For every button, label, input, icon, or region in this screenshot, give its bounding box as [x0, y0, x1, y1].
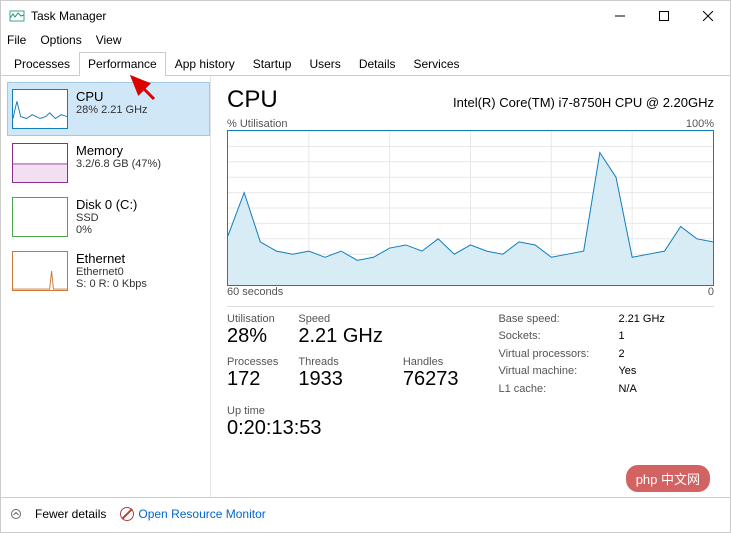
util-label: Utilisation — [227, 313, 278, 325]
processes-label: Processes — [227, 356, 278, 368]
window-title: Task Manager — [31, 9, 598, 23]
chart-label-top-left: % Utilisation — [227, 118, 288, 130]
fewer-details-link[interactable]: Fewer details — [35, 507, 106, 521]
sidebar-item-disk[interactable]: Disk 0 (C:)SSD 0% — [7, 190, 210, 244]
virtual-processors-label: Virtual processors: — [498, 348, 618, 362]
base-speed-value: 2.21 GHz — [618, 313, 664, 327]
uptime-label: Up time — [227, 405, 714, 417]
sockets-label: Sockets: — [498, 330, 618, 344]
sidebar-disk-sub: SSD 0% — [76, 212, 137, 236]
virtual-processors-value: 2 — [618, 348, 664, 362]
tab-strip: Processes Performance App history Startu… — [1, 51, 730, 76]
sidebar-memory-label: Memory — [76, 143, 161, 158]
sockets-value: 1 — [618, 330, 664, 344]
chevron-up-icon[interactable] — [11, 509, 21, 519]
sidebar-cpu-sub: 28% 2.21 GHz — [76, 104, 148, 116]
tab-startup[interactable]: Startup — [244, 52, 301, 76]
tab-services[interactable]: Services — [405, 52, 469, 76]
sidebar-item-ethernet[interactable]: EthernetEthernet0 S: 0 R: 0 Kbps — [7, 244, 210, 298]
util-value: 28% — [227, 325, 278, 348]
tab-performance[interactable]: Performance — [79, 52, 166, 76]
virtual-machine-label: Virtual machine: — [498, 365, 618, 379]
l1-cache-value: N/A — [618, 383, 664, 397]
sidebar-ethernet-sub: Ethernet0 S: 0 R: 0 Kbps — [76, 266, 147, 290]
tab-users[interactable]: Users — [300, 52, 349, 76]
processes-value: 172 — [227, 368, 278, 391]
maximize-button[interactable] — [642, 1, 686, 31]
watermark: php 中文网 — [626, 465, 710, 492]
virtual-machine-value: Yes — [618, 365, 664, 379]
content-panel: CPU Intel(R) Core(TM) i7-8750H CPU @ 2.2… — [211, 76, 730, 497]
menu-options[interactable]: Options — [40, 33, 81, 47]
chart-label-top-right: 100% — [686, 118, 714, 130]
base-speed-label: Base speed: — [498, 313, 618, 327]
tab-processes[interactable]: Processes — [5, 52, 79, 76]
handles-label: Handles — [403, 356, 459, 368]
tab-details[interactable]: Details — [350, 52, 405, 76]
l1-cache-label: L1 cache: — [498, 383, 618, 397]
cpu-utilisation-chart — [227, 130, 714, 286]
tab-app-history[interactable]: App history — [166, 52, 244, 76]
titlebar: Task Manager — [1, 1, 730, 31]
chart-label-bottom-left: 60 seconds — [227, 286, 283, 298]
sidebar-cpu-label: CPU — [76, 89, 148, 104]
cpu-model: Intel(R) Core(TM) i7-8750H CPU @ 2.20GHz — [453, 95, 714, 110]
window-controls — [598, 1, 730, 31]
sidebar: CPU28% 2.21 GHz Memory3.2/6.8 GB (47%) D… — [1, 76, 211, 497]
speed-value: 2.21 GHz — [298, 325, 382, 348]
sidebar-item-cpu[interactable]: CPU28% 2.21 GHz — [7, 82, 210, 136]
sidebar-ethernet-label: Ethernet — [76, 251, 147, 266]
close-button[interactable] — [686, 1, 730, 31]
sidebar-disk-label: Disk 0 (C:) — [76, 197, 137, 212]
menubar: File Options View — [1, 31, 730, 51]
uptime-value: 0:20:13:53 — [227, 417, 714, 440]
footer: Fewer details Open Resource Monitor — [1, 497, 730, 529]
minimize-button[interactable] — [598, 1, 642, 31]
threads-label: Threads — [298, 356, 382, 368]
speed-label: Speed — [298, 313, 382, 325]
resource-monitor-icon — [120, 507, 134, 521]
menu-file[interactable]: File — [7, 33, 26, 47]
chart-label-bottom-right: 0 — [708, 286, 714, 298]
sidebar-memory-sub: 3.2/6.8 GB (47%) — [76, 158, 161, 170]
menu-view[interactable]: View — [96, 33, 122, 47]
open-resource-monitor-link[interactable]: Open Resource Monitor — [120, 507, 265, 521]
threads-value: 1933 — [298, 368, 382, 391]
sidebar-item-memory[interactable]: Memory3.2/6.8 GB (47%) — [7, 136, 210, 190]
app-icon — [9, 8, 25, 24]
handles-value: 76273 — [403, 368, 459, 391]
page-title: CPU — [227, 86, 278, 114]
